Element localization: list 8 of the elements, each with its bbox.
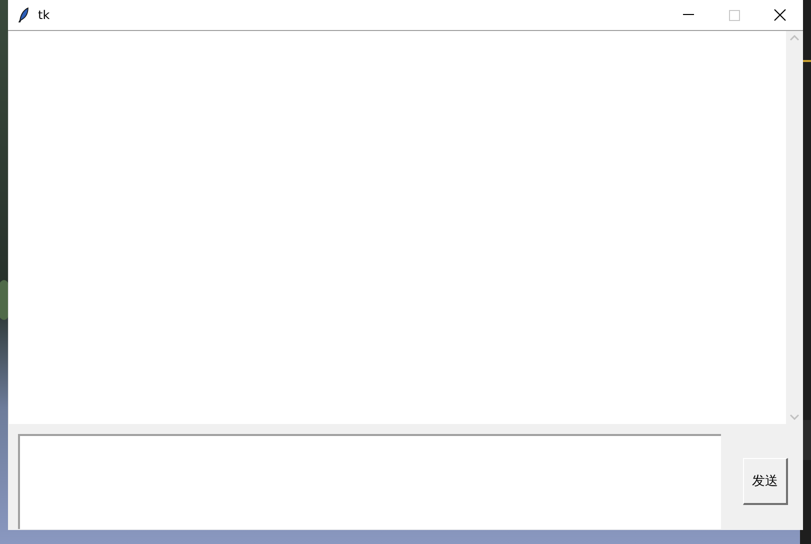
minimize-icon[interactable]	[682, 14, 694, 16]
send-button[interactable]: 发送	[743, 458, 788, 505]
maximize-icon[interactable]	[728, 10, 740, 20]
window-title: tk	[38, 8, 50, 22]
text-area[interactable]	[9, 31, 786, 424]
input-field[interactable]	[18, 434, 721, 529]
feather-icon	[18, 7, 30, 23]
close-icon[interactable]	[774, 9, 786, 21]
